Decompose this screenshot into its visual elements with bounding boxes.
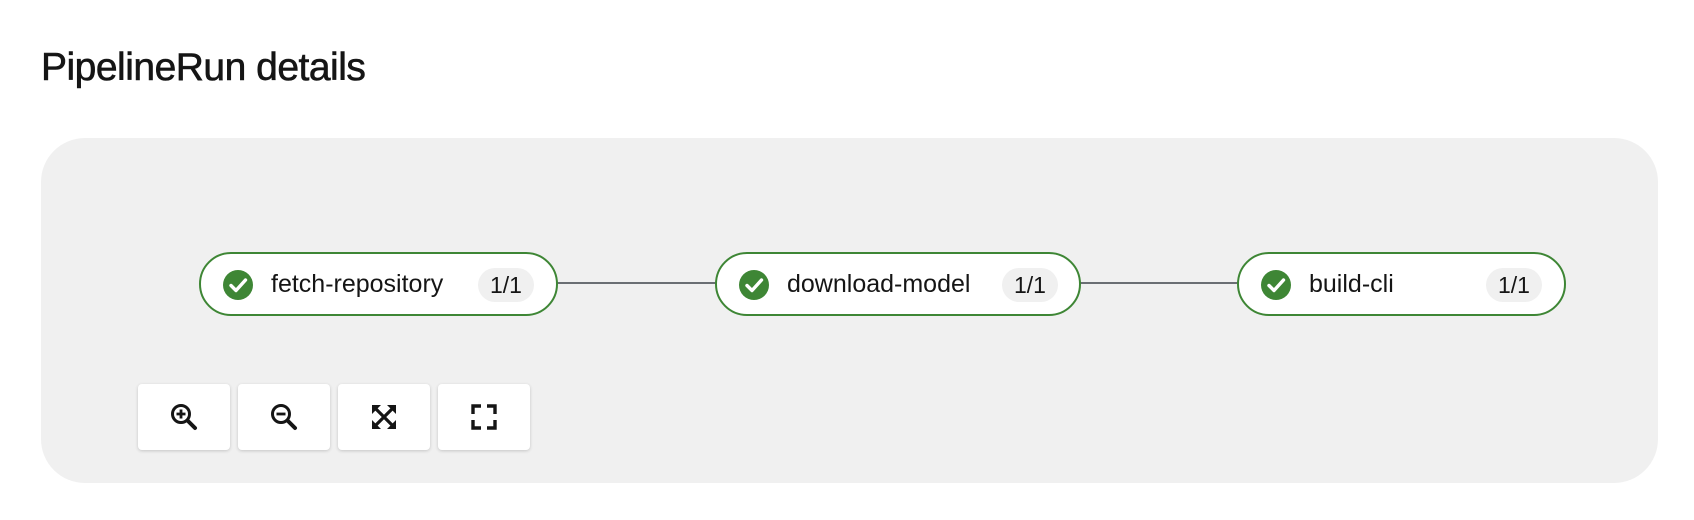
- task-step-badge: 1/1: [1002, 268, 1058, 302]
- zoom-out-icon: [271, 404, 297, 430]
- zoom-in-button[interactable]: [138, 384, 230, 450]
- success-check-icon: [1261, 270, 1291, 300]
- zoom-out-button[interactable]: [238, 384, 330, 450]
- fit-to-screen-icon: [371, 404, 397, 430]
- zoom-in-icon: [171, 404, 197, 430]
- task-name: fetch-repository: [271, 270, 444, 298]
- task-name: download-model: [787, 270, 971, 298]
- task-node-download-model[interactable]: download-model 1/1: [715, 252, 1081, 316]
- edge-fetch-to-download: [550, 282, 726, 284]
- pipeline-topology[interactable]: fetch-repository 1/1 download-model 1/1 …: [41, 138, 1658, 483]
- success-check-icon: [739, 270, 769, 300]
- task-node-fetch-repository[interactable]: fetch-repository 1/1: [199, 252, 558, 316]
- task-name: build-cli: [1309, 270, 1394, 298]
- task-step-badge: 1/1: [478, 268, 534, 302]
- page-title: PipelineRun details: [41, 46, 366, 90]
- task-step-badge: 1/1: [1486, 268, 1542, 302]
- task-node-build-cli[interactable]: build-cli 1/1: [1237, 252, 1566, 316]
- reset-view-button[interactable]: [438, 384, 530, 450]
- fit-to-screen-button[interactable]: [338, 384, 430, 450]
- reset-view-icon: [471, 404, 497, 430]
- success-check-icon: [223, 270, 253, 300]
